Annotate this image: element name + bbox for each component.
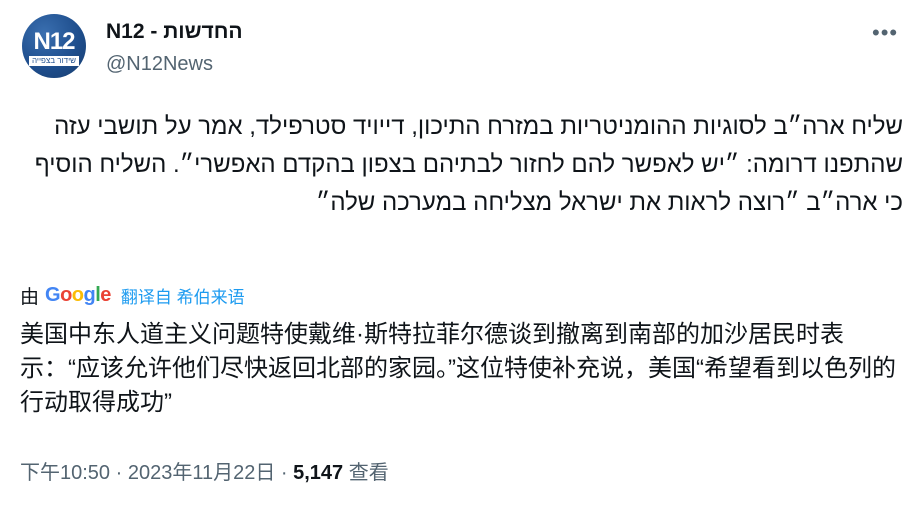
views-label: 查看 xyxy=(343,462,389,484)
author-block: N12 - החדשות @N12News xyxy=(106,18,243,78)
tweet-meta: 下午10:50 · 2023年11月22日 · 5,147 查看 xyxy=(20,456,389,485)
more-options-icon[interactable]: ••• xyxy=(872,20,898,46)
translated-by-label: 由 xyxy=(20,287,40,308)
tweet-text: שליח ארה״ב לסוגיות ההומניטריות במזרח התי… xyxy=(34,113,903,216)
tweet-date[interactable]: 2023年11月22日 xyxy=(128,462,276,484)
translated-text: 美国中东人道主义问题特使戴维·斯特拉菲尔德谈到撤离到南部的加沙居民时表示：“应该… xyxy=(20,321,896,416)
avatar-subtext: שידור בצפייה xyxy=(28,56,79,66)
meta-separator: · xyxy=(110,462,128,484)
meta-separator: · xyxy=(275,462,294,484)
translated-from-link[interactable]: 翻译自 希伯来语 xyxy=(121,283,245,308)
tweet-time[interactable]: 下午10:50 xyxy=(20,462,110,484)
user-handle[interactable]: @N12News xyxy=(106,50,243,78)
avatar-logo: N12 xyxy=(33,28,75,55)
translation-attribution: 由 Google 翻译自 希伯来语 xyxy=(20,282,245,309)
display-name[interactable]: N12 - החדשות xyxy=(106,18,243,46)
google-logo: Google xyxy=(45,284,111,306)
avatar[interactable]: N12 שידור בצפייה xyxy=(22,14,86,78)
views-count: 5,147 xyxy=(293,462,344,484)
